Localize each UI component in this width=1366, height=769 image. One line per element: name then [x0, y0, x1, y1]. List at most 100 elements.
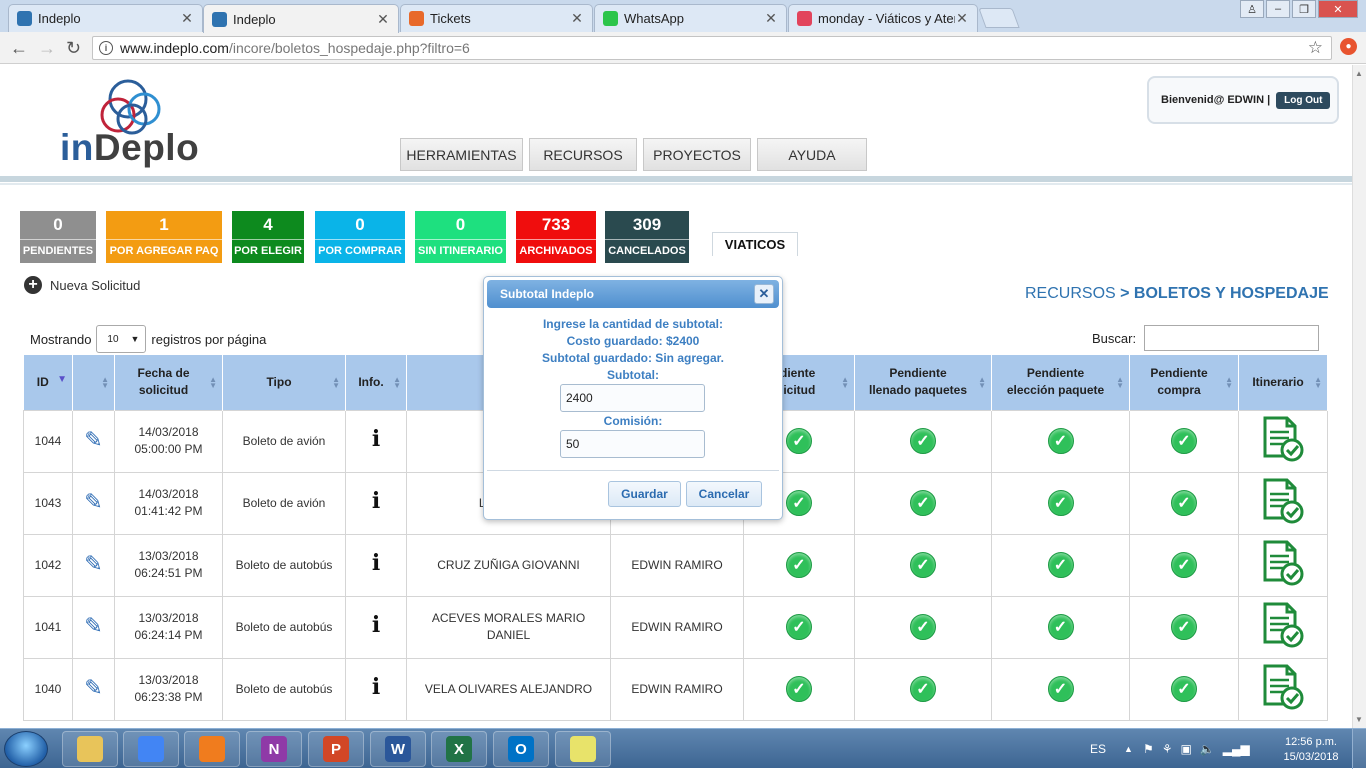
language-indicator[interactable]: ES — [1090, 742, 1106, 756]
subtotal-input[interactable]: 2400 — [560, 384, 705, 412]
explorer-icon[interactable] — [62, 731, 118, 767]
sticky-notes-icon[interactable] — [555, 731, 611, 767]
network-share-icon[interactable]: ⚘ — [1162, 742, 1173, 756]
system-clock[interactable]: 12:56 p.m. 15/03/2018 — [1280, 735, 1342, 765]
url-bar[interactable]: i www.indeplo.com /incore/boletos_hosped… — [92, 36, 1332, 60]
page-scrollbar[interactable]: ▲ ▼ — [1352, 65, 1366, 728]
info-icon[interactable]: i — [372, 426, 380, 452]
itinerary-document-icon[interactable] — [1261, 478, 1305, 524]
menu-proyectos[interactable]: PROYECTOS — [643, 138, 751, 171]
excel-icon[interactable]: X — [431, 731, 487, 767]
pencil-edit-icon[interactable]: ✎ — [84, 489, 102, 514]
show-desktop-button[interactable] — [1352, 729, 1366, 769]
minimize-button[interactable]: – — [1266, 0, 1290, 18]
page-size-select[interactable]: 10 ▼ — [96, 325, 147, 353]
sort-icon: ▲▼ — [1314, 375, 1322, 390]
tab-close-icon[interactable]: ✕ — [955, 10, 969, 27]
menu-recursos[interactable]: RECURSOS — [529, 138, 637, 171]
column-header-11[interactable]: Itinerario ▲ ▼ — [1238, 355, 1328, 410]
column-header-1[interactable]: ▲ ▼ — [72, 355, 115, 410]
counter-archivados[interactable]: 733 ARCHIVADOS — [516, 211, 596, 263]
tab-close-icon[interactable]: ✕ — [180, 10, 194, 27]
cancel-button[interactable]: Cancelar — [686, 481, 762, 507]
counter-pendientes[interactable]: 0 PENDIENTES — [20, 211, 96, 263]
pencil-edit-icon[interactable]: ✎ — [84, 551, 102, 576]
counter-por-comprar[interactable]: 0 POR COMPRAR — [315, 211, 405, 263]
column-header-label: Pendiente elección paquete — [1006, 366, 1105, 398]
itinerary-document-icon[interactable] — [1261, 602, 1305, 648]
info-icon[interactable]: i — [372, 612, 380, 638]
scroll-down-icon[interactable]: ▼ — [1355, 715, 1363, 724]
cell-type: Boleto de autobús — [222, 657, 346, 721]
browser-tab-4[interactable]: monday - Viáticos y Aten ✕ — [788, 4, 978, 32]
column-header-3[interactable]: Tipo ▲ ▼ — [222, 355, 346, 410]
info-icon[interactable]: i — [372, 550, 380, 576]
new-tab-button[interactable] — [978, 8, 1020, 28]
menu-herramientas[interactable]: HERRAMIENTAS — [400, 138, 523, 171]
sort-icon: ▲▼ — [332, 375, 340, 390]
powerpoint-icon[interactable]: P — [308, 731, 364, 767]
tab-close-icon[interactable]: ✕ — [570, 10, 584, 27]
forward-icon[interactable]: → — [38, 38, 56, 59]
breadcrumb-root[interactable]: RECURSOS — [1025, 285, 1116, 302]
dialog-titlebar[interactable]: Subtotal Indeplo ✕ — [487, 280, 779, 308]
info-icon[interactable]: i — [372, 674, 380, 700]
volume-icon[interactable]: 🔈 — [1200, 742, 1215, 756]
outlook-icon[interactable]: O — [493, 731, 549, 767]
column-header-4[interactable]: Info. ▲ ▼ — [345, 355, 407, 410]
tray-expand-icon[interactable]: ▲ — [1124, 744, 1133, 754]
tab-viaticos[interactable]: VIATICOS — [712, 232, 798, 256]
flag-icon[interactable]: ⚑ — [1143, 742, 1154, 756]
tab-title: Indeplo — [233, 11, 276, 27]
counter-cancelados[interactable]: 309 CANCELADOS — [605, 211, 689, 263]
new-request-link[interactable]: + Nueva Solicitud — [24, 276, 140, 294]
itinerary-document-icon[interactable] — [1261, 664, 1305, 710]
sort-icon: ▲▼ — [841, 375, 849, 390]
column-header-2[interactable]: Fecha de solicitud ▲ ▼ — [114, 355, 223, 410]
save-button[interactable]: Guardar — [608, 481, 681, 507]
cell-pending-purchase: ✓ — [1129, 657, 1239, 721]
itinerary-document-icon[interactable] — [1261, 416, 1305, 462]
back-icon[interactable]: ← — [10, 38, 28, 59]
column-header-10[interactable]: Pendiente compra ▲ ▼ — [1129, 355, 1239, 410]
browser-tab-0[interactable]: Indeplo ✕ — [8, 4, 203, 32]
extension-icon[interactable]: ● — [1340, 38, 1357, 55]
restore-button[interactable]: ❐ — [1292, 0, 1316, 18]
signal-icon[interactable]: ▂▄▆ — [1223, 742, 1250, 756]
counter-por-agregar-paq[interactable]: 1 POR AGREGAR PAQ — [106, 211, 222, 263]
column-header-9[interactable]: Pendiente elección paquete ▲ ▼ — [991, 355, 1130, 410]
column-header-8[interactable]: Pendiente llenado paquetes ▲ ▼ — [854, 355, 992, 410]
scroll-up-icon[interactable]: ▲ — [1355, 69, 1363, 78]
start-button[interactable] — [4, 731, 48, 767]
close-window-button[interactable]: ✕ — [1318, 0, 1358, 18]
info-icon[interactable]: i — [372, 488, 380, 514]
onenote-icon[interactable]: N — [246, 731, 302, 767]
site-info-icon[interactable]: i — [99, 41, 113, 55]
bookmark-star-icon[interactable]: ☆ — [1308, 38, 1323, 58]
close-icon[interactable]: ✕ — [754, 284, 774, 304]
reload-icon[interactable]: ↻ — [66, 38, 81, 59]
word-icon[interactable]: W — [370, 731, 426, 767]
media-player-icon[interactable] — [184, 731, 240, 767]
browser-tab-1[interactable]: Indeplo ✕ — [203, 4, 399, 33]
tab-close-icon[interactable]: ✕ — [376, 11, 390, 28]
check-circle-icon: ✓ — [1047, 614, 1074, 640]
counter-por-elegir[interactable]: 4 POR ELEGIR — [232, 211, 304, 263]
commission-input[interactable]: 50 — [560, 430, 705, 458]
search-input[interactable] — [1144, 325, 1320, 351]
logout-button[interactable]: Log Out — [1276, 91, 1331, 109]
menu-ayuda[interactable]: AYUDA — [757, 138, 867, 171]
browser-tab-3[interactable]: WhatsApp ✕ — [594, 4, 787, 32]
device-icon[interactable]: ▣ — [1180, 742, 1191, 756]
tab-close-icon[interactable]: ✕ — [764, 10, 778, 27]
counter-label: CANCELADOS — [605, 239, 689, 261]
browser-tab-2[interactable]: Tickets ✕ — [400, 4, 593, 32]
pencil-edit-icon[interactable]: ✎ — [84, 613, 102, 638]
pencil-edit-icon[interactable]: ✎ — [84, 675, 102, 700]
chrome-icon[interactable] — [123, 731, 179, 767]
counter-sin-itinerario[interactable]: 0 SIN ITINERARIO — [415, 211, 506, 263]
column-header-0[interactable]: ID ▼ — [23, 355, 73, 410]
itinerary-document-icon[interactable] — [1261, 540, 1305, 586]
pencil-edit-icon[interactable]: ✎ — [84, 427, 102, 452]
profile-icon[interactable]: ♙ — [1240, 0, 1264, 18]
